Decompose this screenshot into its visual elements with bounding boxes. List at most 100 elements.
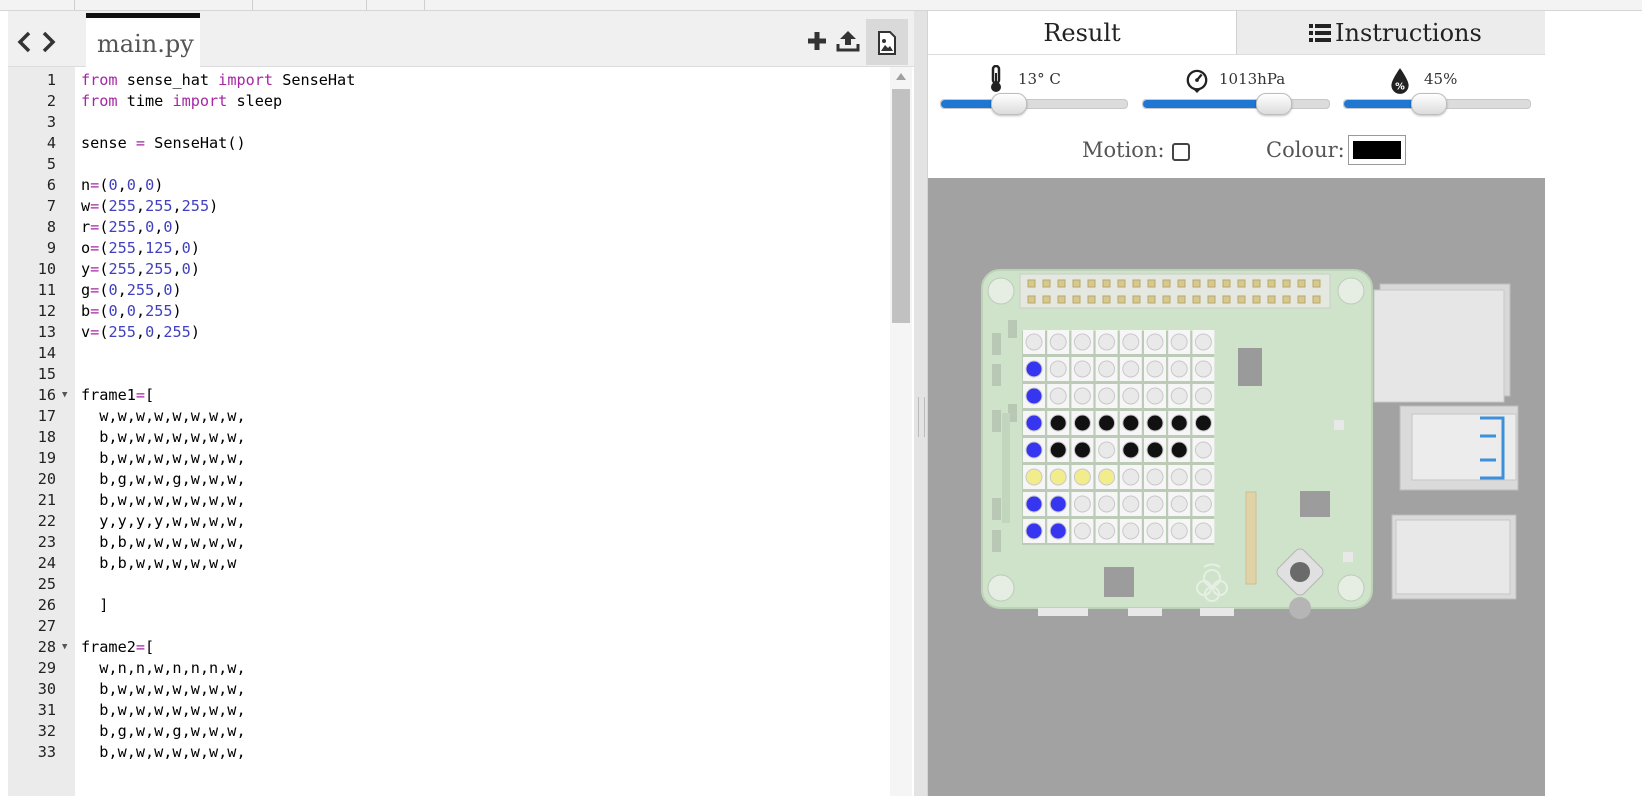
- code-line[interactable]: 3: [8, 112, 888, 133]
- code-text: v=(255,0,255): [81, 323, 200, 341]
- humidity-slider[interactable]: [1343, 93, 1531, 115]
- led-pixel: [1194, 522, 1212, 540]
- gpio-pin: [1072, 279, 1081, 288]
- fold-caret-icon[interactable]: ▼: [62, 637, 67, 658]
- code-line[interactable]: 1 from sense_hat import SenseHat: [8, 70, 888, 91]
- code-text: frame1=[: [81, 386, 155, 404]
- gpio-pin: [1267, 295, 1276, 304]
- tab-result[interactable]: Result: [928, 11, 1236, 55]
- pressure-slider[interactable]: [1142, 93, 1330, 115]
- code-line[interactable]: 29 w,n,n,w,n,n,n,w,: [8, 658, 888, 679]
- line-number: 9: [46, 239, 56, 257]
- code-line[interactable]: 18 b,w,w,w,w,w,w,w,: [8, 427, 888, 448]
- gpio-pin: [1297, 279, 1306, 288]
- code-line[interactable]: 16 ▼ frame1=[: [8, 385, 888, 406]
- upload-icon[interactable]: [836, 29, 860, 53]
- code-line[interactable]: 33 b,w,w,w,w,w,w,w,: [8, 742, 888, 763]
- image-button[interactable]: [866, 19, 908, 65]
- led-pixel: [1073, 495, 1091, 513]
- code-line[interactable]: 9 o=(255,125,0): [8, 238, 888, 259]
- code-line[interactable]: 5: [8, 154, 888, 175]
- gpio-pin: [1312, 279, 1321, 288]
- plus-icon[interactable]: [807, 31, 827, 51]
- line-number: 14: [37, 344, 56, 362]
- colour-picker[interactable]: [1348, 135, 1406, 165]
- code-line[interactable]: 27: [8, 616, 888, 637]
- code-line[interactable]: 14: [8, 343, 888, 364]
- code-line[interactable]: 7 w=(255,255,255): [8, 196, 888, 217]
- code-text: ]: [81, 596, 109, 614]
- code-area[interactable]: 1 from sense_hat import SenseHat 2 from tim…: [8, 67, 890, 796]
- slider-handle[interactable]: [1411, 93, 1447, 115]
- code-line[interactable]: 23 b,b,w,w,w,w,w,w,: [8, 532, 888, 553]
- gpio-pin: [1252, 279, 1261, 288]
- code-line[interactable]: 32 b,g,w,w,g,w,w,w,: [8, 721, 888, 742]
- code-line[interactable]: 31 b,w,w,w,w,w,w,w,: [8, 700, 888, 721]
- code-line[interactable]: 21 b,w,w,w,w,w,w,w,: [8, 490, 888, 511]
- code-line[interactable]: 15: [8, 364, 888, 385]
- raspberry-pi-board-graphic: [981, 269, 1519, 619]
- editor-scrollbar[interactable]: [890, 67, 912, 796]
- scroll-up-arrow-icon[interactable]: [896, 73, 906, 80]
- gpio-pin: [1102, 295, 1111, 304]
- code-line[interactable]: 10 y=(255,255,0): [8, 259, 888, 280]
- chevron-right-icon[interactable]: [41, 31, 57, 53]
- led-pixel: [1049, 468, 1067, 486]
- tab-instructions[interactable]: Instructions: [1236, 11, 1545, 55]
- code-line[interactable]: 12 b=(0,0,255): [8, 301, 888, 322]
- code-line[interactable]: 13 v=(255,0,255): [8, 322, 888, 343]
- code-line[interactable]: 19 b,w,w,w,w,w,w,w,: [8, 448, 888, 469]
- code-line[interactable]: 22 y,y,y,y,w,w,w,w,: [8, 511, 888, 532]
- led-pixel: [1073, 468, 1091, 486]
- code-text: b,w,w,w,w,w,w,w,: [81, 701, 246, 719]
- slider-handle[interactable]: [1256, 93, 1292, 115]
- thermometer-icon: [991, 65, 1001, 92]
- scrollbar-thumb[interactable]: [892, 89, 910, 323]
- slider-handle[interactable]: [991, 93, 1027, 115]
- line-number: 22: [37, 512, 56, 530]
- code-line[interactable]: 2 from time import sleep: [8, 91, 888, 112]
- fold-caret-icon[interactable]: ▼: [62, 385, 67, 406]
- code-line[interactable]: 6 n=(0,0,0): [8, 175, 888, 196]
- line-number: 23: [37, 533, 56, 551]
- gpio-pin: [1087, 279, 1096, 288]
- led-pixel: [1049, 441, 1067, 459]
- code-line[interactable]: 26 ]: [8, 595, 888, 616]
- code-line[interactable]: 30 b,w,w,w,w,w,w,w,: [8, 679, 888, 700]
- top-strip-segment: [366, 0, 425, 10]
- resize-grip[interactable]: [918, 397, 925, 437]
- humidity-value: 45%: [1424, 70, 1458, 88]
- motion-checkbox[interactable]: [1172, 143, 1190, 161]
- led-pixel: [1025, 360, 1043, 378]
- led-pixel: [1073, 387, 1091, 405]
- led-pixel: [1146, 414, 1164, 432]
- led-pixel: [1146, 495, 1164, 513]
- line-number: 1: [46, 71, 56, 89]
- gpio-pin: [1312, 295, 1321, 304]
- line-number: 11: [37, 281, 56, 299]
- code-line[interactable]: 25: [8, 574, 888, 595]
- led-pixel: [1073, 333, 1091, 351]
- line-number: 31: [37, 701, 56, 719]
- file-tab-main-py[interactable]: main.py: [86, 13, 200, 67]
- gpio-pin: [1177, 295, 1186, 304]
- code-line[interactable]: 24 b,b,w,w,w,w,w,w: [8, 553, 888, 574]
- line-number: 30: [37, 680, 56, 698]
- temperature-slider[interactable]: [940, 93, 1128, 115]
- code-line[interactable]: 8 r=(255,0,0): [8, 217, 888, 238]
- code-line[interactable]: 20 b,g,w,w,g,w,w,w,: [8, 469, 888, 490]
- gpio-pin: [1102, 279, 1111, 288]
- code-line[interactable]: 4 sense = SenseHat(): [8, 133, 888, 154]
- pane-resize-divider[interactable]: [914, 11, 927, 796]
- led-pixel: [1098, 522, 1116, 540]
- led-pixel: [1025, 414, 1043, 432]
- code-editor-pane: main.py 1 from sense_hat import SenseHat 2…: [8, 11, 914, 796]
- led-pixel: [1170, 360, 1188, 378]
- chevron-left-icon[interactable]: [16, 31, 32, 53]
- led-pixel: [1025, 387, 1043, 405]
- led-pixel: [1170, 387, 1188, 405]
- code-line[interactable]: 17 w,w,w,w,w,w,w,w,: [8, 406, 888, 427]
- line-number: 8: [46, 218, 56, 236]
- code-line[interactable]: 28 ▼ frame2=[: [8, 637, 888, 658]
- code-line[interactable]: 11 g=(0,255,0): [8, 280, 888, 301]
